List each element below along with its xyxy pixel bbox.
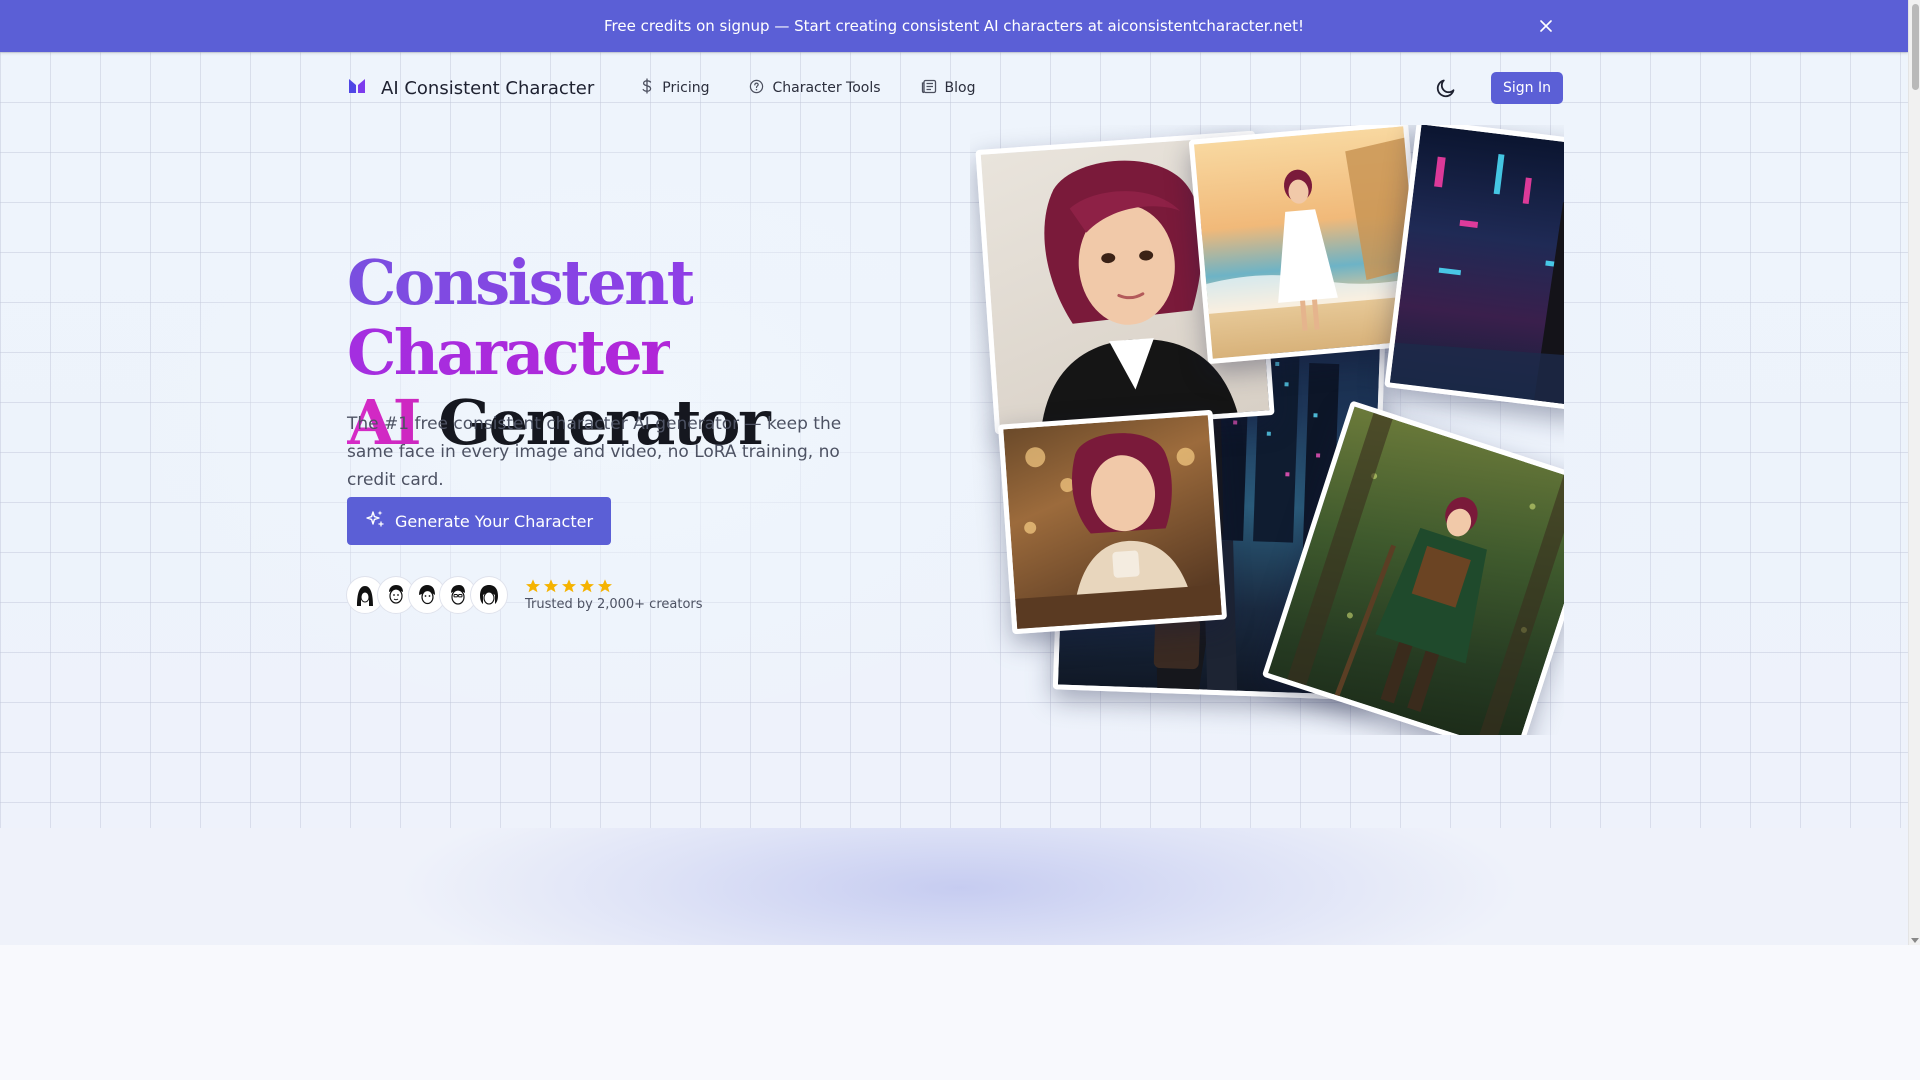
brand-name: AI Consistent Character (381, 77, 595, 99)
cta-label: Generate Your Character (394, 511, 594, 531)
sign-in-button[interactable]: Sign In (1491, 72, 1563, 104)
headline-word: Consistent (347, 246, 695, 319)
star-icon (526, 579, 540, 593)
lower-section (0, 945, 1908, 1080)
newspaper-icon (921, 79, 937, 98)
trusted-text: Trusted by 2,000+ creators (525, 597, 703, 612)
dollar-icon (640, 78, 654, 98)
star-rating (525, 578, 703, 594)
page: Free credits on signup — Start creating … (0, 0, 1920, 1080)
headline-word: Character (347, 316, 673, 389)
star-icon (598, 579, 612, 593)
social-proof: Trusted by 2,000+ creators (347, 577, 703, 613)
nav-link-label: Pricing (662, 80, 710, 96)
help-circle-icon (749, 79, 764, 98)
collage-image-cafe (997, 409, 1228, 635)
hero-glow (0, 52, 1908, 828)
navbar: AI Consistent Character Pricing Characte… (347, 68, 1563, 108)
nav-link-label: Blog (944, 80, 976, 96)
banner-text: Free credits on signup — Start creating … (604, 17, 1304, 35)
moon-icon[interactable] (1433, 75, 1459, 101)
generate-character-button[interactable]: Generate Your Character (347, 497, 611, 545)
scrollbar-thumb[interactable] (1912, 4, 1919, 90)
hero-subtitle: The #1 free consistent character AI gene… (347, 414, 842, 490)
star-icon (580, 579, 594, 593)
section-divider-glow (0, 828, 1908, 945)
avatar-group (347, 577, 507, 613)
nav-links: Pricing Character Tools Blog (640, 78, 976, 98)
nav-link-pricing[interactable]: Pricing (640, 78, 709, 98)
nav-actions: Sign In (1433, 72, 1563, 104)
scroll-down-arrow-icon[interactable] (1911, 938, 1919, 943)
brand-link[interactable]: AI Consistent Character (347, 76, 594, 100)
close-icon[interactable] (1534, 14, 1558, 38)
avatar (471, 577, 507, 613)
nav-link-label: Character Tools (772, 80, 881, 96)
character-collage (970, 125, 1564, 735)
page-scrollbar[interactable] (1908, 0, 1920, 945)
star-icon (544, 579, 558, 593)
sparkles-icon (365, 509, 385, 533)
rating: Trusted by 2,000+ creators (525, 578, 703, 612)
nav-link-blog[interactable]: Blog (921, 79, 976, 98)
nav-link-character-tools[interactable]: Character Tools (749, 79, 881, 98)
star-icon (562, 579, 576, 593)
announcement-banner: Free credits on signup — Start creating … (0, 0, 1908, 52)
logo-icon (347, 76, 367, 100)
collage-image-cyberpunk (1384, 125, 1564, 412)
